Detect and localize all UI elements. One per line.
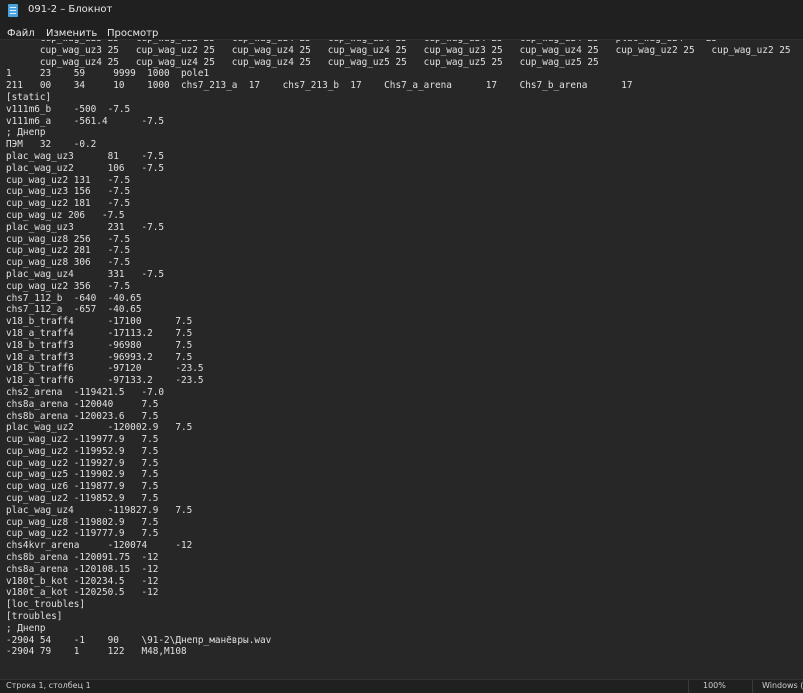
- text-content[interactable]: cup_wag_uz3 25 cup_wag_uz2 25 cup_wag_uz…: [6, 40, 798, 680]
- text-line: cup_wag_uz2 -119952.9 7.5: [6, 445, 159, 457]
- text-line: cup_wag_uz2 -119977.9 7.5: [6, 434, 159, 446]
- text-line: v18_b_traff3 -96980 7.5: [6, 339, 193, 351]
- menu-edit[interactable]: Изменить: [46, 28, 97, 39]
- text-line: [static]: [6, 91, 52, 103]
- text-line: cup_wag_uz8 306 -7.5: [6, 257, 131, 269]
- text-line: cup_wag_uz8 -119802.9 7.5: [6, 516, 159, 528]
- cursor-position: Строка 1, столбец 1: [6, 681, 91, 690]
- text-line: cup_wag_uz5 -119902.9 7.5: [6, 469, 159, 481]
- text-line: plac_wag_uz3 81 -7.5: [6, 150, 165, 162]
- text-line: cup_wag_uz8 256 -7.5: [6, 233, 131, 245]
- text-line: -2904 54 -1 90 \91-2\Днепр_манёвры.wav: [6, 634, 272, 646]
- window-title: 091-2 – Блокнот: [28, 4, 113, 15]
- text-line: ; Днепр: [6, 622, 46, 634]
- text-line: cup_wag_uz2 131 -7.5: [6, 174, 131, 186]
- text-line: cup_wag_uz2 -119927.9 7.5: [6, 457, 159, 469]
- text-line: cup_wag_uz4 25 cup_wag_uz4 25 cup_wag_uz…: [6, 56, 599, 68]
- text-line: v18_a_traff4 -17113.2 7.5: [6, 327, 193, 339]
- text-line: v111m6_a -561.4 -7.5: [6, 115, 165, 127]
- text-line: cup_wag_uz2 181 -7.5: [6, 198, 131, 210]
- text-line: v18_b_traff6 -97120 -23.5: [6, 363, 204, 375]
- text-line: cup_wag_uz2 -119777.9 7.5: [6, 528, 159, 540]
- text-line: ПЭМ 32 -0.2: [6, 139, 97, 151]
- zoom-level: 100%: [703, 681, 726, 690]
- text-line: cup_wag_uz2 -119852.9 7.5: [6, 493, 159, 505]
- text-line: [troubles]: [6, 611, 63, 623]
- text-line: plac_wag_uz2 106 -7.5: [6, 162, 165, 174]
- text-line: cup_wag_uz3 25 cup_wag_uz2 25 cup_wag_uz…: [6, 44, 791, 56]
- text-line: cup_wag_uz2 356 -7.5: [6, 280, 131, 292]
- text-line: cup_wag_uz3 25 cup_wag_uz2 25 cup_wag_uz…: [6, 40, 798, 45]
- text-line: v111m6_b -500 -7.5: [6, 103, 131, 115]
- text-line: cup_wag_uz3 156 -7.5: [6, 186, 131, 198]
- text-line: plac_wag_uz4 -119827.9 7.5: [6, 504, 193, 516]
- text-line: [loc_troubles]: [6, 599, 86, 611]
- text-line: v180t_b_kot -120234.5 -12: [6, 575, 159, 587]
- text-line: chs7_112_b -640 -40.65: [6, 292, 142, 304]
- menu-file[interactable]: Файл: [7, 28, 35, 39]
- text-line: chs8b_arena -120091.75 -12: [6, 552, 159, 564]
- text-line: ; Днепр: [6, 127, 46, 139]
- text-line: 1 23 59 9999 1000 pole1: [6, 68, 210, 80]
- text-line: cup_wag_uz 206 -7.5: [6, 209, 125, 221]
- text-line: cup_wag_uz6 -119877.9 7.5: [6, 481, 159, 493]
- text-line: plac_wag_uz4 331 -7.5: [6, 268, 165, 280]
- text-line: v18_a_traff3 -96993.2 7.5: [6, 351, 193, 363]
- text-line: plac_wag_uz2 -120002.9 7.5: [6, 422, 193, 434]
- text-line: 211 00 34 10 1000 chs7_213_a 17 chs7_213…: [6, 80, 633, 92]
- text-line: v18_b_traff4 -17100 7.5: [6, 316, 193, 328]
- text-line: cup_wag_uz2 281 -7.5: [6, 245, 131, 257]
- line-ending: Windows (C: [762, 681, 803, 690]
- text-line: chs8a_arena -120108.15 -12: [6, 563, 159, 575]
- text-line: v18_a_traff6 -97133.2 -23.5: [6, 375, 204, 387]
- notepad-icon: [8, 4, 18, 17]
- text-line: chs7_112_a -657 -40.65: [6, 304, 142, 316]
- text-line: chs8a_arena -120040 7.5: [6, 398, 159, 410]
- menu-view[interactable]: Просмотр: [107, 28, 158, 39]
- status-bar: Строка 1, столбец 1 100% Windows (C: [0, 679, 803, 693]
- title-bar: 091-2 – Блокнот: [0, 0, 803, 22]
- status-divider: [752, 680, 753, 693]
- text-line: plac_wag_uz3 231 -7.5: [6, 221, 165, 233]
- text-line: -2904 79 1 122 M48,M108: [6, 646, 187, 658]
- text-editor[interactable]: cup_wag_uz3 25 cup_wag_uz2 25 cup_wag_uz…: [0, 39, 803, 680]
- text-line: chs2_arena -119421.5 -7.0: [6, 386, 165, 398]
- text-line: v180t_a_kot -120250.5 -12: [6, 587, 159, 599]
- text-line: chs4kvr_arena -120074 -12: [6, 540, 193, 552]
- status-divider: [688, 680, 689, 693]
- text-line: chs8b_arena -120023.6 7.5: [6, 410, 159, 422]
